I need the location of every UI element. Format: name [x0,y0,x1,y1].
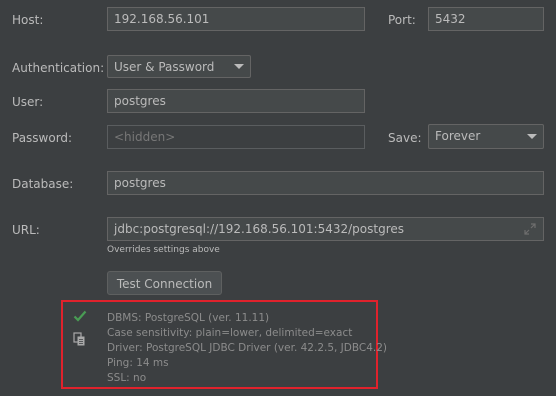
result-ping: Ping: 14 ms [107,357,169,369]
save-dropdown[interactable]: Forever [428,124,544,149]
result-dbms: DBMS: PostgreSQL (ver. 11.11) [107,312,270,324]
authentication-dropdown[interactable]: User & Password [107,55,251,78]
authentication-label: Authentication: [12,61,105,75]
password-label: Password: [12,131,73,145]
user-input[interactable]: postgres [107,89,365,113]
authentication-value: User & Password [114,60,215,74]
save-value: Forever [435,129,481,143]
password-input[interactable]: <hidden> [107,125,365,149]
url-hint: Overrides settings above [107,245,220,255]
chevron-down-icon [527,134,537,139]
copy-icon[interactable] [73,332,86,346]
chevron-down-icon [234,64,244,69]
database-label: Database: [12,177,74,191]
user-label: User: [12,95,44,109]
port-label: Port: [388,13,416,27]
test-connection-button[interactable]: Test Connection [107,271,222,295]
port-input[interactable]: 5432 [428,7,544,31]
url-input[interactable]: jdbc:postgresql://192.168.56.101:5432/po… [107,217,544,241]
save-label: Save: [388,131,422,145]
check-icon [73,310,87,322]
host-label: Host: [12,13,44,27]
host-input[interactable]: 192.168.56.101 [107,7,365,31]
url-label: URL: [12,223,40,237]
result-driver: Driver: PostgreSQL JDBC Driver (ver. 42.… [107,342,388,354]
result-ssl: SSL: no [107,372,147,384]
expand-icon[interactable] [523,222,537,236]
database-input[interactable]: postgres [107,171,544,195]
url-value: jdbc:postgresql://192.168.56.101:5432/po… [114,222,405,236]
result-case-sensitivity: Case sensitivity: plain=lower, delimited… [107,327,353,339]
